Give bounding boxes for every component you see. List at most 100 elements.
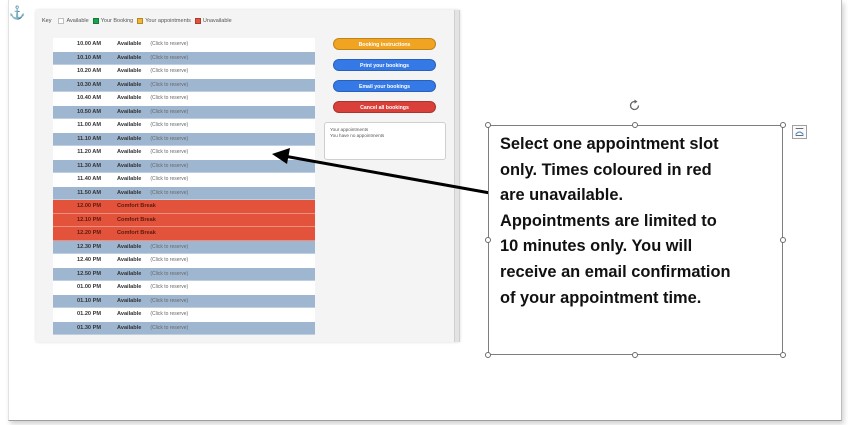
textbox-line: only. Times coloured in red bbox=[500, 160, 712, 179]
resize-handle-bottom-right[interactable] bbox=[780, 352, 786, 358]
slot-reserve-link[interactable]: (Click to reserve) bbox=[150, 149, 188, 155]
slot-reserve-link[interactable]: (Click to reserve) bbox=[150, 257, 188, 263]
slot-row[interactable]: 10.50 AM Available (Click to reserve) bbox=[53, 105, 315, 119]
resize-handle-top[interactable] bbox=[632, 122, 638, 128]
key-item-unavailable: Unavailable bbox=[194, 18, 232, 24]
slot-reserve-link[interactable]: (Click to reserve) bbox=[150, 55, 188, 61]
instruction-textbox[interactable]: Select one appointment slot only. Times c… bbox=[488, 125, 783, 355]
booking-screenshot: Key Available Your Booking Your appointm… bbox=[36, 10, 460, 342]
slot-row[interactable]: 12.30 PM Available (Click to reserve) bbox=[53, 240, 315, 254]
slot-row[interactable]: 11.20 AM Available (Click to reserve) bbox=[53, 146, 315, 160]
slot-row[interactable]: 10.10 AM Available (Click to reserve) bbox=[53, 51, 315, 65]
slot-row[interactable]: 12.40 PM Available (Click to reserve) bbox=[53, 254, 315, 268]
slot-status: Available bbox=[117, 270, 142, 277]
resize-handle-left[interactable] bbox=[485, 237, 491, 243]
slot-row[interactable]: 11.40 AM Available (Click to reserve) bbox=[53, 173, 315, 187]
slot-status: Comfort Break bbox=[117, 216, 156, 223]
slot-status: Available bbox=[117, 122, 142, 129]
slot-reserve-link[interactable]: (Click to reserve) bbox=[150, 298, 188, 304]
print-bookings-button[interactable]: Print your bookings bbox=[333, 59, 436, 71]
slot-status: Available bbox=[117, 95, 142, 102]
slot-time: 11.10 AM bbox=[77, 135, 101, 142]
slot-row: 12.20 PM Comfort Break bbox=[53, 227, 315, 241]
textbox-content[interactable]: Select one appointment slot only. Times c… bbox=[500, 132, 782, 311]
slot-reserve-link[interactable]: (Click to reserve) bbox=[150, 311, 188, 317]
slot-time: 01.10 PM bbox=[77, 297, 101, 304]
layout-options-icon[interactable] bbox=[792, 125, 807, 139]
slot-status: Available bbox=[117, 176, 142, 183]
resize-handle-right[interactable] bbox=[780, 237, 786, 243]
slot-time: 12.50 PM bbox=[77, 270, 101, 277]
slot-row[interactable]: 01.20 PM Available (Click to reserve) bbox=[53, 308, 315, 322]
slot-row[interactable]: 10.20 AM Available (Click to reserve) bbox=[53, 65, 315, 79]
slot-reserve-link[interactable]: (Click to reserve) bbox=[150, 190, 188, 196]
slot-row[interactable]: 11.00 AM Available (Click to reserve) bbox=[53, 119, 315, 133]
rotate-handle-icon[interactable] bbox=[628, 99, 641, 112]
slot-time: 01.20 PM bbox=[77, 311, 101, 318]
slot-status: Available bbox=[117, 108, 142, 115]
appointments-panel: Your appointments You have no appointmen… bbox=[324, 122, 446, 160]
slot-reserve-link[interactable]: (Click to reserve) bbox=[150, 109, 188, 115]
booking-instructions-button[interactable]: Booking instructions bbox=[333, 38, 436, 50]
resize-handle-bottom-left[interactable] bbox=[485, 352, 491, 358]
slot-row[interactable]: 11.10 AM Available (Click to reserve) bbox=[53, 132, 315, 146]
slot-reserve-link[interactable]: (Click to reserve) bbox=[150, 325, 188, 331]
slot-row[interactable]: 10.40 AM Available (Click to reserve) bbox=[53, 92, 315, 106]
slot-status: Available bbox=[117, 135, 142, 142]
slot-row[interactable]: 01.00 PM Available (Click to reserve) bbox=[53, 281, 315, 295]
slot-reserve-link[interactable]: (Click to reserve) bbox=[150, 82, 188, 88]
swatch-unavailable bbox=[194, 18, 201, 24]
email-bookings-button[interactable]: Email your bookings bbox=[333, 80, 436, 92]
slot-time: 11.30 AM bbox=[77, 162, 101, 169]
slot-reserve-link[interactable]: (Click to reserve) bbox=[150, 41, 188, 47]
key-item-your-appointments: Your appointments bbox=[137, 18, 191, 24]
textbox-line: of your appointment time. bbox=[500, 288, 702, 307]
slot-reserve-link[interactable]: (Click to reserve) bbox=[150, 68, 188, 74]
resize-handle-top-left[interactable] bbox=[485, 122, 491, 128]
slot-status: Available bbox=[117, 162, 142, 169]
slot-time: 10.50 AM bbox=[76, 108, 101, 115]
slot-time: 11.50 AM bbox=[77, 189, 101, 196]
anchor-icon[interactable]: ⚓ bbox=[9, 6, 25, 19]
slot-time: 11.20 AM bbox=[77, 149, 101, 156]
slot-row[interactable]: 01.30 PM Available (Click to reserve) bbox=[53, 321, 315, 335]
slot-time: 10.10 AM bbox=[76, 54, 101, 61]
slot-row: 12.10 PM Comfort Break bbox=[53, 213, 315, 227]
slot-time: 12.20 PM bbox=[77, 230, 101, 237]
slot-time: 10.30 AM bbox=[76, 81, 101, 88]
slot-reserve-link[interactable]: (Click to reserve) bbox=[150, 271, 188, 277]
slot-status: Available bbox=[117, 297, 142, 304]
slot-time: 12.30 PM bbox=[77, 243, 101, 250]
slot-time: 12.40 PM bbox=[77, 257, 101, 264]
slot-reserve-link[interactable]: (Click to reserve) bbox=[150, 163, 188, 169]
textbox-line: Select one appointment slot bbox=[500, 135, 719, 153]
slot-status: Available bbox=[117, 149, 142, 156]
slot-row[interactable]: 10.00 AM Available (Click to reserve) bbox=[53, 38, 315, 52]
slot-reserve-link[interactable]: (Click to reserve) bbox=[150, 136, 188, 142]
slot-reserve-link[interactable]: (Click to reserve) bbox=[150, 176, 188, 182]
slot-reserve-link[interactable]: (Click to reserve) bbox=[150, 122, 188, 128]
slot-row[interactable]: 12.50 PM Available (Click to reserve) bbox=[53, 267, 315, 281]
cancel-all-bookings-button[interactable]: Cancel all bookings bbox=[333, 101, 436, 113]
key-item-available: Available bbox=[58, 18, 89, 24]
resize-handle-top-right[interactable] bbox=[780, 122, 786, 128]
slot-row[interactable]: 11.30 AM Available (Click to reserve) bbox=[53, 159, 315, 173]
textbox-line: 10 minutes only. You will bbox=[500, 237, 693, 256]
slot-reserve-link[interactable]: (Click to reserve) bbox=[150, 244, 188, 250]
slot-status: Available bbox=[117, 284, 142, 291]
slot-time: 11.40 AM bbox=[77, 176, 101, 183]
slot-time: 10.20 AM bbox=[76, 68, 101, 75]
slot-reserve-link[interactable]: (Click to reserve) bbox=[150, 95, 188, 101]
slot-time: 01.00 PM bbox=[77, 284, 101, 291]
swatch-your-appointments bbox=[137, 18, 144, 24]
slot-time: 10.40 AM bbox=[76, 95, 101, 102]
textbox-line: Appointments are limited to bbox=[500, 211, 717, 230]
key-legend: Key Available Your Booking Your appointm… bbox=[42, 15, 236, 27]
slot-row[interactable]: 10.30 AM Available (Click to reserve) bbox=[53, 78, 315, 92]
resize-handle-bottom[interactable] bbox=[632, 352, 638, 358]
slot-status: Available bbox=[117, 257, 142, 264]
appointments-empty-text: You have no appointments bbox=[330, 133, 385, 138]
slot-row[interactable]: 01.10 PM Available (Click to reserve) bbox=[53, 294, 315, 308]
slot-reserve-link[interactable]: (Click to reserve) bbox=[150, 284, 188, 290]
slot-row[interactable]: 11.50 AM Available (Click to reserve) bbox=[53, 186, 315, 200]
